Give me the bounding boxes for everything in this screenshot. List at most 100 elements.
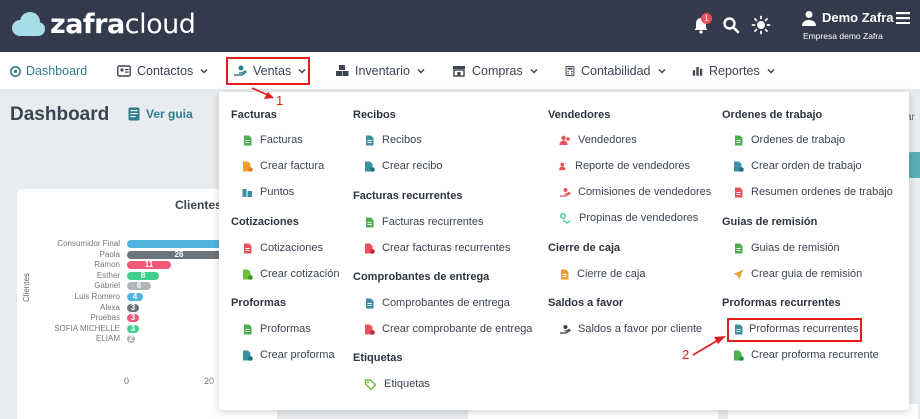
menu-crear-proforma-recurrente[interactable]: Crear proforma recurrente xyxy=(733,349,879,361)
chevron-down-icon xyxy=(657,68,666,74)
chart-bar[interactable]: 3 xyxy=(127,324,139,333)
x-tick-label: 0 xyxy=(124,376,130,386)
menu-comprobantes[interactable]: Comprobantes de entrega xyxy=(364,297,510,309)
search-icon[interactable] xyxy=(722,16,740,34)
section-vendedores: Vendedores xyxy=(548,109,611,121)
nav-inventario-label: Inventario xyxy=(355,64,410,78)
menu-cierre-caja[interactable]: Cierre de caja xyxy=(559,268,645,280)
ventas-dropdown-menu: Facturas Facturas Crear factura Puntos C… xyxy=(219,92,909,410)
nav-contabilidad[interactable]: Contabilidad xyxy=(565,52,666,90)
chart-bar[interactable]: 26 xyxy=(127,250,231,259)
menu-label: Propinas de vendedores xyxy=(579,212,699,224)
menu-cotizaciones[interactable]: Cotizaciones xyxy=(242,242,323,254)
chevron-down-icon xyxy=(530,68,538,74)
section-facturas: Facturas xyxy=(231,109,277,121)
section-guias: Guias de remisión xyxy=(722,216,818,228)
section-proformas: Proformas xyxy=(231,297,287,309)
chart-bar[interactable]: 6 xyxy=(127,282,151,291)
nav-reportes-label: Reportes xyxy=(709,64,760,78)
nav-dashboard[interactable]: Dashboard xyxy=(10,52,87,90)
nav-compras-label: Compras xyxy=(472,64,523,78)
menu-label: Crear cotización xyxy=(260,268,340,280)
chart-bar[interactable]: 4 xyxy=(127,293,143,301)
menu-label: Reporte de vendedores xyxy=(575,160,690,172)
chart-bar[interactable]: 11 xyxy=(127,261,171,270)
menu-crear-cotizacion[interactable]: Crear cotización xyxy=(242,268,339,280)
menu-label: Resumen ordenes de trabajo xyxy=(751,186,893,198)
menu-resumen-ordenes[interactable]: Resumen ordenes de trabajo xyxy=(733,186,893,198)
menu-label: Ordenes de trabajo xyxy=(751,134,846,146)
menu-facturas[interactable]: Facturas xyxy=(242,134,303,146)
section-etiquetas: Etiquetas xyxy=(353,352,403,364)
category-label: Gabriel xyxy=(94,281,120,291)
ver-guia-link[interactable]: Ver guia xyxy=(128,107,193,121)
chart-title: Clientes xyxy=(175,198,222,212)
bar-chart-icon xyxy=(692,67,703,76)
document-icon xyxy=(244,324,252,334)
menu-label: Comisiones de vendedores xyxy=(578,186,712,198)
menu-ordenes[interactable]: Ordenes de trabajo xyxy=(733,134,845,146)
menu-facturas-recurrentes[interactable]: Facturas recurrentes xyxy=(364,216,483,228)
nav-reportes[interactable]: Reportes xyxy=(692,52,775,90)
user-icon[interactable] xyxy=(801,10,817,26)
menu-saldos-favor[interactable]: Saldos a favor por cliente xyxy=(559,323,702,335)
menu-guias[interactable]: Guias de remisión xyxy=(733,242,840,254)
menu-crear-recibo[interactable]: Crear recibo xyxy=(364,160,443,172)
menu-crear-comprobante[interactable]: Crear comprobante de entrega xyxy=(364,323,532,335)
proformas-recurrentes-annotation-box xyxy=(727,318,862,342)
nav-inventario[interactable]: Inventario xyxy=(335,52,425,90)
menu-label: Crear proforma recurrente xyxy=(751,349,879,361)
menu-label: Proformas xyxy=(260,323,311,335)
menu-vendedores[interactable]: Vendedores xyxy=(559,134,637,146)
menu-label: Crear factura xyxy=(260,160,325,172)
menu-crear-proforma[interactable]: Crear proforma xyxy=(242,349,335,361)
menu-label: Crear comprobante de entrega xyxy=(382,323,533,335)
add-document-icon xyxy=(243,350,253,361)
menu-etiquetas[interactable]: Etiquetas xyxy=(364,378,430,390)
menu-crear-guia[interactable]: Crear guia de remisión xyxy=(733,268,862,280)
top-bar: zafracloud 1 Demo Zafra Empresa demo Zaf… xyxy=(0,0,920,52)
send-icon xyxy=(733,269,744,279)
brand-name: zafracloud xyxy=(50,9,196,40)
menu-recibos[interactable]: Recibos xyxy=(364,134,422,146)
nav-compras[interactable]: Compras xyxy=(452,52,538,90)
chart-bar[interactable]: 3 xyxy=(127,314,139,323)
hamburger-menu-icon[interactable] xyxy=(896,12,910,24)
menu-propinas[interactable]: Propinas de vendedores xyxy=(559,212,698,224)
hand-money-icon xyxy=(560,324,571,334)
menu-proformas[interactable]: Proformas xyxy=(242,323,311,335)
boxes-icon xyxy=(336,65,349,76)
user-name[interactable]: Demo Zafra xyxy=(822,10,894,25)
store-icon xyxy=(453,66,465,77)
section-proformas-recurrentes: Proformas recurrentes xyxy=(722,297,841,309)
section-saldos: Saldos a favor xyxy=(548,297,624,309)
menu-label: Guias de remisión xyxy=(751,242,840,254)
nav-contactos[interactable]: Contactos xyxy=(117,52,208,90)
menu-crear-facturas-recurrentes[interactable]: Crear facturas recurrentes xyxy=(364,242,510,254)
menu-crear-orden[interactable]: Crear orden de trabajo xyxy=(733,160,862,172)
chart-bar[interactable]: 3 xyxy=(127,303,139,312)
chart-bar[interactable]: 8 xyxy=(127,271,159,280)
menu-label: Crear guia de remisión xyxy=(751,268,863,280)
menu-label: Cotizaciones xyxy=(260,242,323,254)
brand-logo[interactable]: zafracloud xyxy=(10,9,196,40)
nav-dashboard-label: Dashboard xyxy=(26,64,88,78)
category-label: Luis Romero xyxy=(74,292,120,301)
section-recibos: Recibos xyxy=(353,109,396,121)
theme-toggle-icon[interactable] xyxy=(751,15,771,35)
side-tab[interactable] xyxy=(908,152,920,178)
menu-reporte-vendedores[interactable]: Reporte de vendedores xyxy=(559,160,690,172)
menu-comisiones[interactable]: Comisiones de vendedores xyxy=(559,186,711,198)
menu-label: Facturas recurrentes xyxy=(382,216,484,228)
add-document-icon xyxy=(243,269,253,280)
tags-icon xyxy=(364,378,377,390)
menu-puntos[interactable]: Puntos xyxy=(242,186,294,198)
chevron-down-icon xyxy=(767,68,775,74)
menu-label: Etiquetas xyxy=(384,378,430,390)
add-document-icon xyxy=(734,350,744,361)
menu-crear-factura[interactable]: Crear factura xyxy=(242,160,324,172)
document-icon xyxy=(366,135,374,145)
document-icon xyxy=(735,187,743,197)
menu-label: Crear proforma xyxy=(260,349,335,361)
document-icon xyxy=(366,217,374,227)
